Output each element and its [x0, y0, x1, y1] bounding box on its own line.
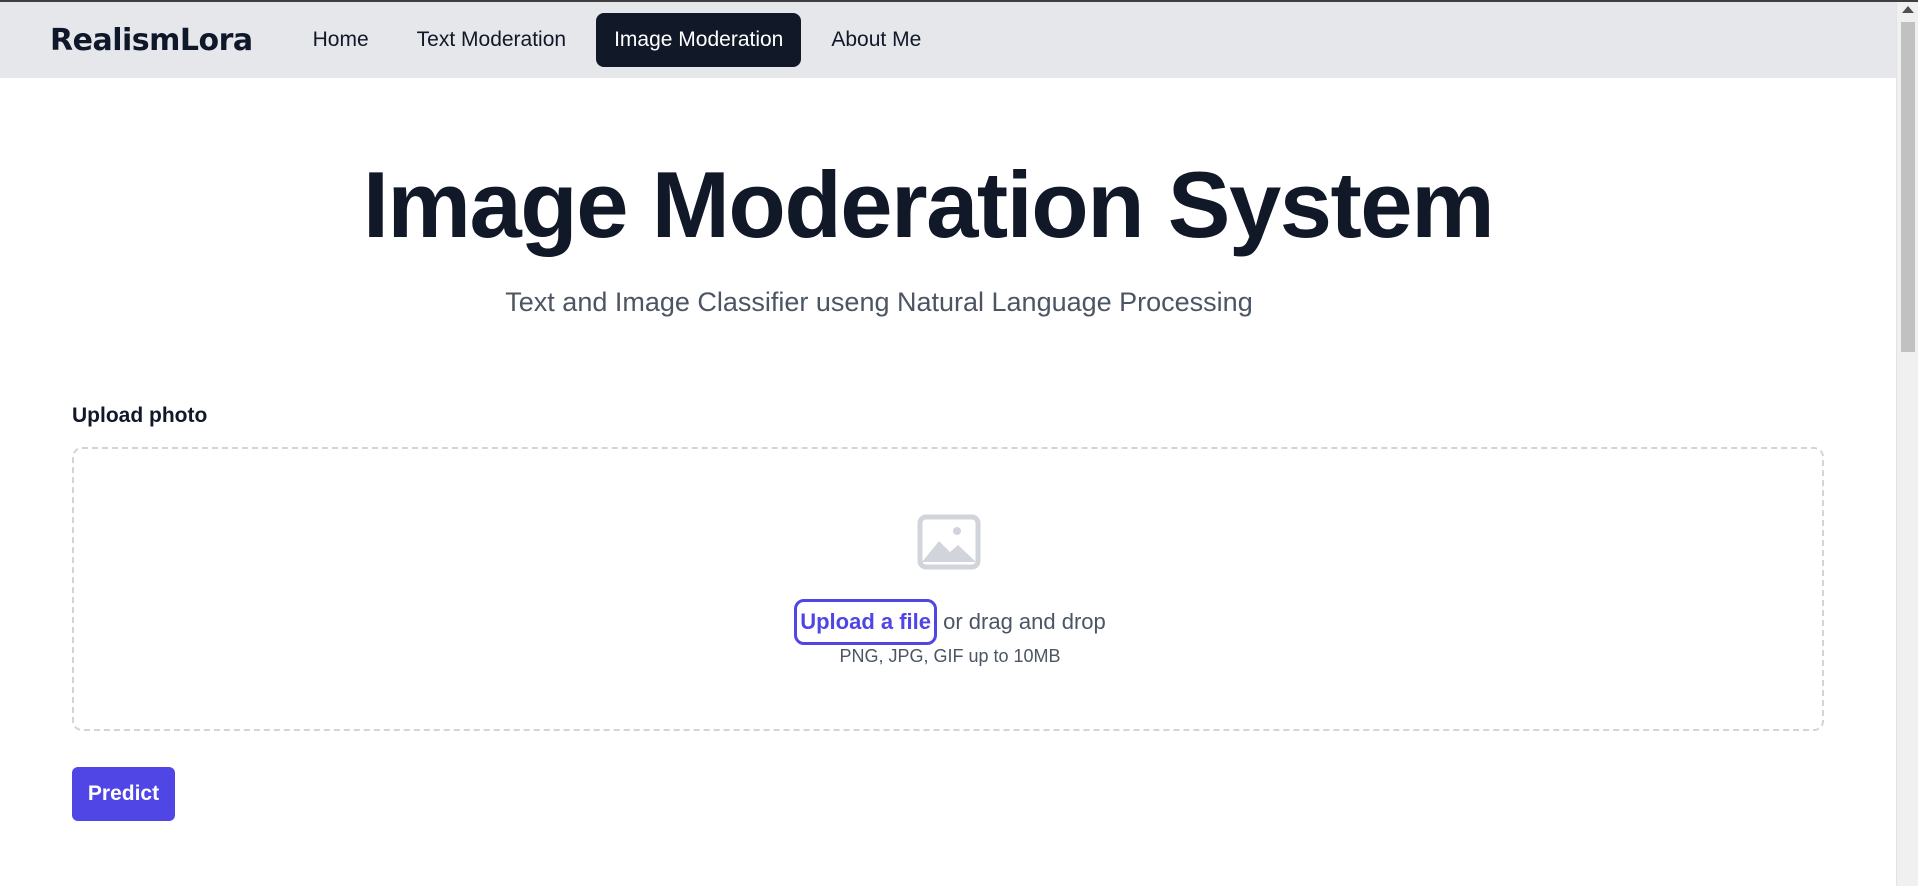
page-subtitle: Text and Image Classifier useng Natural … — [505, 287, 1253, 317]
top-navbar: RealismLora Home Text Moderation Image M… — [0, 2, 1896, 78]
upload-file-link[interactable]: Upload a file — [794, 599, 937, 645]
brand-logo[interactable]: RealismLora — [50, 23, 253, 58]
nav-link-image-moderation[interactable]: Image Moderation — [596, 13, 802, 67]
page: RealismLora Home Text Moderation Image M… — [0, 2, 1896, 886]
nav-link-text-moderation[interactable]: Text Moderation — [399, 13, 584, 67]
nav-link-about-me[interactable]: About Me — [813, 13, 939, 67]
file-dropzone[interactable]: Upload a file or drag and drop PNG, JPG,… — [72, 447, 1824, 731]
file-type-hint: PNG, JPG, GIF up to 10MB — [839, 646, 1061, 666]
page-title: Image Moderation System — [362, 152, 1495, 257]
upload-instructions: Upload a file or drag and drop — [74, 599, 1826, 645]
scroll-thumb[interactable] — [1901, 22, 1915, 352]
browser-viewport: RealismLora Home Text Moderation Image M… — [0, 0, 1918, 886]
upload-photo-label: Upload photo — [72, 404, 208, 427]
vertical-scrollbar[interactable] — [1896, 2, 1918, 886]
photo-icon — [917, 514, 981, 570]
scroll-up-arrow-icon[interactable] — [1902, 6, 1914, 13]
nav-link-home[interactable]: Home — [295, 13, 387, 67]
predict-button[interactable]: Predict — [72, 767, 175, 821]
drag-drop-text: or drag and drop — [937, 609, 1106, 634]
